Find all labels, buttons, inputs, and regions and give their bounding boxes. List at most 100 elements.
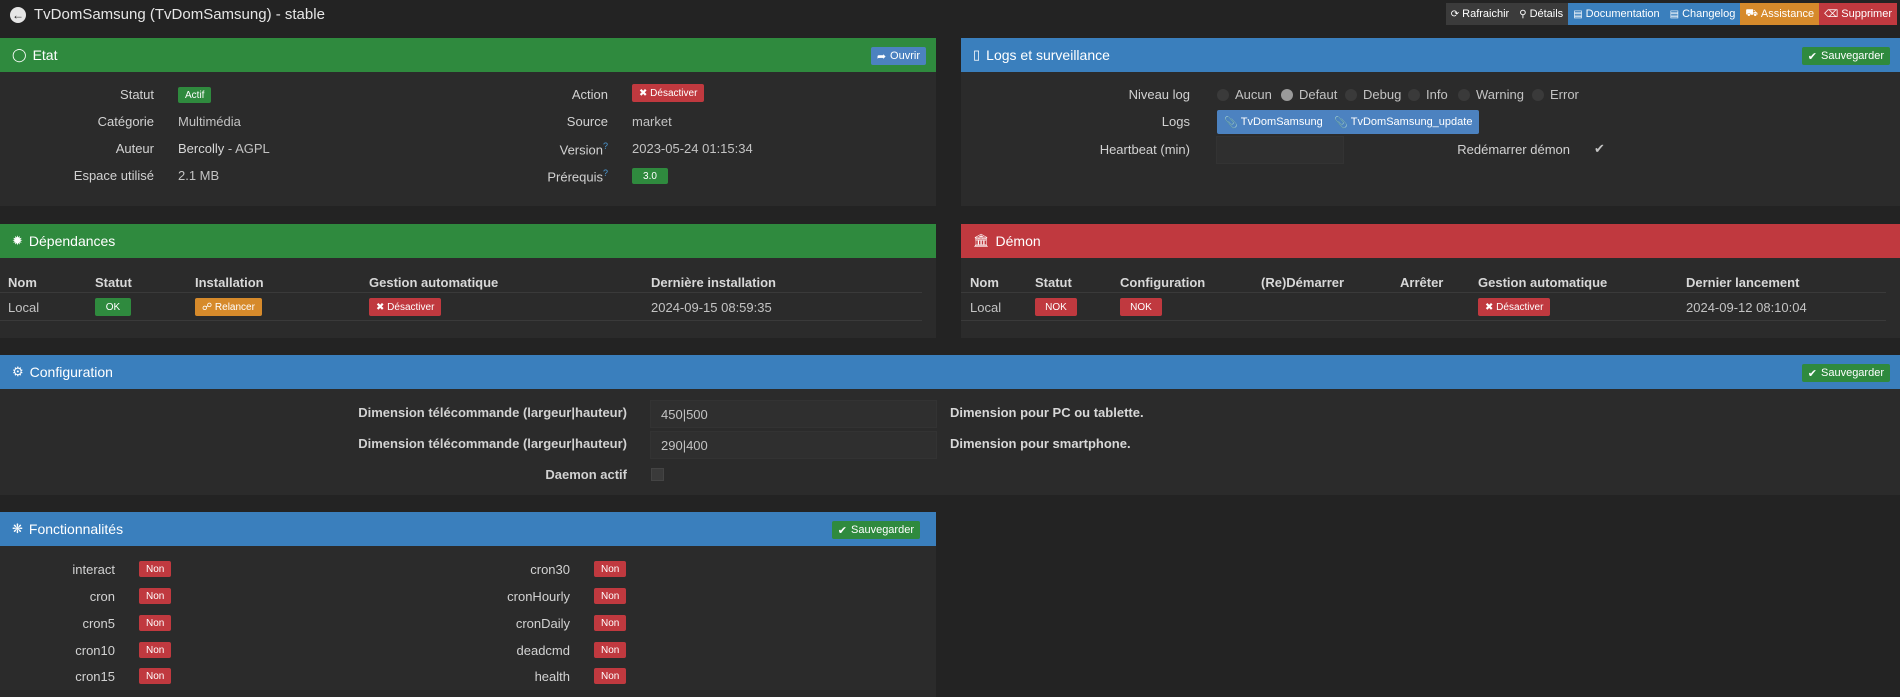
logs-save-label: Sauvegarder	[1821, 50, 1884, 62]
check-circle-icon: ✔	[1807, 50, 1817, 63]
question-circle-icon[interactable]: ?	[603, 141, 608, 151]
version-value: 2023-05-24 01:15:34	[632, 141, 753, 156]
refresh-button[interactable]: ⟳ Rafraichir	[1445, 3, 1515, 25]
configuration-header: ⚙ Configuration ✔ Sauvegarder	[0, 355, 1900, 389]
book-icon: ▤	[1573, 8, 1583, 20]
level-defaut-radio[interactable]: Defaut	[1281, 87, 1337, 102]
level-label: Info	[1426, 87, 1448, 102]
categorie-label: Catégorie	[97, 114, 154, 129]
feature-label: cron5	[82, 616, 115, 631]
demon-header-divider	[961, 292, 1886, 293]
auteur-name[interactable]: Bercolly	[178, 141, 224, 156]
question-circle-icon[interactable]: ?	[603, 168, 608, 178]
level-info-radio[interactable]: Info	[1408, 87, 1448, 102]
radio-dot	[1345, 88, 1357, 101]
log-tvdomsamsung-update-button[interactable]: 📎 TvDomSamsung_update	[1327, 110, 1480, 134]
demon-config-badge: NOK	[1120, 298, 1162, 316]
assistance-button[interactable]: ⛟ Assistance	[1740, 3, 1820, 25]
bicycle-icon: ☍	[202, 301, 215, 313]
daemon-actif-checkbox[interactable]	[651, 468, 664, 481]
documentation-label: Documentation	[1585, 8, 1660, 20]
log-tvdomsamsung-button[interactable]: 📎 TvDomSamsung	[1217, 110, 1330, 134]
feature-label: cron	[89, 589, 115, 604]
dep-col-nom: Nom	[8, 275, 37, 290]
times-icon: ✖	[376, 301, 388, 313]
demon-title: Démon	[995, 233, 1041, 249]
dep-col-statut: Statut	[95, 275, 132, 290]
level-warning-radio[interactable]: Warning	[1458, 87, 1524, 102]
config-field-hint: Dimension pour PC ou tablette.	[950, 405, 1144, 420]
prerequis-label: Prérequis?	[500, 168, 608, 184]
dep-gestion-disable-button[interactable]: ✖ Désactiver	[369, 298, 442, 316]
dep-row-derniere: 2024-09-15 08:59:35	[651, 300, 772, 315]
logs-save-button[interactable]: ✔ Sauvegarder	[1801, 47, 1890, 65]
demon-row-dernier: 2024-09-12 08:10:04	[1686, 300, 1807, 315]
level-aucun-radio[interactable]: Aucun	[1217, 87, 1272, 102]
level-error-radio[interactable]: Error	[1532, 87, 1579, 102]
feature-status-badge: Non	[594, 668, 627, 684]
page-title-text: TvDomSamsung (TvDomSamsung) - stable	[34, 6, 325, 23]
config-dimension-smartphone-input[interactable]: 290|400	[650, 431, 937, 459]
details-button[interactable]: ⚲ Détails	[1514, 3, 1569, 25]
fonctionnalites-header: ❋ Fonctionnalités ✔ Sauvegarder	[0, 512, 936, 546]
restart-daemon-checkbox[interactable]: ✔	[1594, 141, 1605, 157]
open-button[interactable]: ➦ Ouvrir	[870, 47, 926, 65]
config-field-label: Dimension télécommande (largeur|hauteur)	[358, 436, 627, 451]
search-icon: ⚲	[1519, 8, 1527, 20]
prerequis-label-text: Prérequis	[547, 169, 603, 185]
top-actions: ⟳ Rafraichir ⚲ Détails ▤ Documentation ▤ Cha…	[1445, 3, 1897, 25]
feature-label: deadcmd	[516, 643, 570, 658]
radio-dot	[1408, 88, 1420, 101]
auteur-label: Auteur	[115, 141, 154, 156]
heartbeat-input[interactable]	[1216, 136, 1344, 164]
log-button-label: TvDomSamsung	[1240, 116, 1323, 128]
action-disable-button[interactable]: ✖ Désactiver	[632, 84, 705, 102]
dep-relancer-button[interactable]: ☍ Relancer	[195, 298, 262, 316]
dep-header-divider	[0, 292, 922, 293]
demon-col-arreter: Arrêter	[1400, 275, 1444, 290]
level-label: Error	[1550, 87, 1579, 102]
feature-status-badge: Non	[594, 642, 627, 658]
configuration-title: Configuration	[29, 364, 113, 380]
fonct-save-label: Sauvegarder	[851, 524, 914, 536]
check-circle-icon: ✔	[1807, 367, 1817, 380]
demon-gestion-disable-button[interactable]: ✖ Désactiver	[1478, 298, 1551, 316]
demon-col-redemarrer: (Re)Démarrer	[1261, 275, 1345, 290]
feature-label: health	[534, 669, 570, 684]
config-save-label: Sauvegarder	[1821, 367, 1884, 379]
dep-row-nom: Local	[8, 300, 40, 315]
level-debug-radio[interactable]: Debug	[1345, 87, 1401, 102]
fonctionnalites-title: Fonctionnalités	[28, 521, 124, 537]
dep-row-divider	[0, 320, 922, 321]
dep-col-installation: Installation	[195, 275, 264, 290]
paperclip-icon: 📎	[1334, 116, 1351, 129]
feature-label: cronHourly	[507, 589, 570, 604]
documentation-button[interactable]: ▤ Documentation	[1568, 3, 1665, 25]
paperclip-icon: 📎	[1224, 116, 1241, 129]
radio-dot	[1217, 88, 1229, 101]
delete-label: Supprimer	[1841, 8, 1892, 20]
auteur-license: - AGPL	[224, 141, 270, 156]
university-icon: 🏛	[973, 233, 990, 248]
cogs-icon: ⚙	[12, 364, 24, 379]
demon-col-configuration: Configuration	[1120, 275, 1206, 290]
changelog-button[interactable]: ▤ Changelog	[1664, 3, 1741, 25]
file-icon: ▯	[973, 47, 981, 62]
demon-gestion-label: Désactiver	[1496, 301, 1544, 313]
demon-col-statut: Statut	[1035, 275, 1072, 290]
config-save-button[interactable]: ✔ Sauvegarder	[1801, 364, 1890, 382]
gears-icon: ❋	[12, 521, 23, 536]
level-label: Aucun	[1235, 87, 1272, 102]
dependances-title: Dépendances	[28, 233, 116, 249]
back-arrow-icon[interactable]: ←	[10, 6, 26, 23]
feature-label: interact	[72, 562, 115, 577]
dep-status-badge: OK	[95, 298, 131, 316]
action-label: Action	[571, 87, 608, 102]
trash-icon: ⌫	[1824, 8, 1839, 20]
delete-button[interactable]: ⌫ Supprimer	[1819, 3, 1897, 25]
source-label: Source	[566, 114, 608, 129]
statut-badge: Actif	[178, 87, 212, 103]
radio-dot	[1458, 88, 1470, 101]
fonct-save-button[interactable]: ✔ Sauvegarder	[831, 521, 920, 539]
config-dimension-pc-input[interactable]: 450|500	[650, 400, 937, 428]
